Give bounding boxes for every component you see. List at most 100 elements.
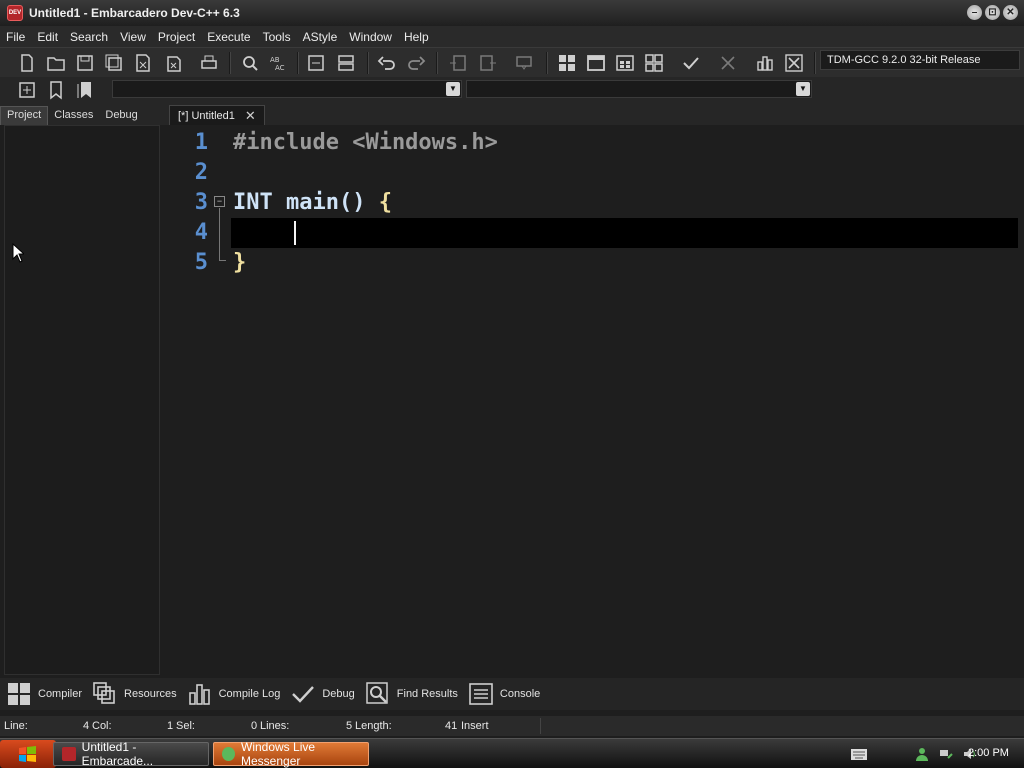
console-icon [469, 683, 493, 705]
profile-icon[interactable] [753, 52, 777, 74]
close-brace: } [233, 250, 247, 275]
status-insert-mode: Insert [461, 720, 489, 732]
status-lines-value: 5 [346, 720, 353, 732]
status-sel-label: Sel: [176, 720, 195, 732]
text-caret [294, 221, 296, 245]
insert-icon[interactable] [15, 79, 39, 101]
close-file-icon[interactable] [131, 52, 155, 74]
taskbar-clock[interactable]: 2:00 PM [968, 747, 1009, 759]
function-signature: main() [272, 190, 379, 215]
tab-classes[interactable]: Classes [48, 107, 99, 125]
menu-window[interactable]: Window [343, 30, 398, 44]
mouse-pointer-icon [12, 243, 24, 263]
tab-compile-log[interactable]: Compile Log [187, 681, 281, 707]
menu-view[interactable]: View [114, 30, 152, 44]
close-tab-icon[interactable]: ✕ [245, 109, 256, 122]
code-line-5: } [233, 250, 246, 275]
tab-debug[interactable]: Debug [99, 107, 143, 125]
windows-taskbar: Untitled1 - Embarcade... Windows Live Me… [0, 738, 1024, 768]
run-icon[interactable] [584, 52, 608, 74]
bottom-panel-tabs: Compiler Resources Compile Log Debug Fin… [0, 678, 1024, 710]
menu-search[interactable]: Search [64, 30, 114, 44]
status-line-value: 4 [83, 720, 90, 732]
compile-log-icon [188, 684, 210, 705]
svg-text:AC: AC [275, 64, 285, 72]
menu-astyle[interactable]: AStyle [297, 30, 344, 44]
windows-logo-icon [19, 746, 36, 762]
save-all-icon[interactable] [102, 52, 126, 74]
comment-icon[interactable] [512, 52, 536, 74]
devcpp-icon [62, 747, 76, 761]
menu-project[interactable]: Project [152, 30, 201, 44]
compiler-select[interactable]: TDM-GCC 9.2.0 32-bit Release [820, 50, 1020, 70]
tab-console[interactable]: Console [468, 681, 540, 707]
close-all-icon[interactable] [160, 52, 184, 74]
line-number: 5 [194, 250, 208, 275]
menu-help[interactable]: Help [398, 30, 435, 44]
tab-debug-label: Debug [322, 688, 355, 700]
tab-console-label: Console [499, 688, 541, 700]
save-icon[interactable] [73, 52, 97, 74]
fold-guide-end [219, 260, 226, 261]
delete-profile-icon[interactable] [782, 52, 806, 74]
fold-toggle-icon[interactable]: − [214, 196, 225, 207]
menu-edit[interactable]: Edit [31, 30, 64, 44]
restore-button[interactable]: ⊡ [985, 5, 1000, 20]
menu-file[interactable]: File [0, 30, 31, 44]
code-editor[interactable]: 1 2 3 4 5 − #include <Windows.h> INT mai… [166, 125, 1020, 675]
tab-compiler[interactable]: Compiler [6, 681, 82, 707]
tab-find-results[interactable]: Find Results [365, 681, 458, 707]
system-tray [850, 739, 978, 768]
taskbar-item-label: Untitled1 - Embarcade... [81, 740, 154, 768]
indent-icon[interactable] [446, 52, 470, 74]
rebuild-all-icon[interactable] [642, 52, 666, 74]
messenger-status-icon[interactable] [914, 746, 930, 762]
toggle-split-icon[interactable] [334, 52, 358, 74]
status-bar: Line: 4 Col: 1 Sel: 0 Lines: 5 Length: 4… [0, 716, 1024, 736]
status-length-label: Length: [355, 720, 392, 732]
new-file-icon[interactable] [15, 52, 39, 74]
clean-icon[interactable] [716, 52, 740, 74]
chevron-down-icon[interactable]: ▼ [796, 82, 810, 96]
menu-tools[interactable]: Tools [257, 30, 297, 44]
tab-resources[interactable]: Resources [92, 681, 177, 707]
project-browser[interactable] [4, 125, 160, 675]
unindent-icon[interactable] [476, 52, 500, 74]
network-icon[interactable] [938, 746, 954, 762]
taskbar-item-devcpp[interactable]: Untitled1 - Embarcade... [53, 740, 209, 768]
class-combo[interactable]: ▼ [112, 80, 462, 98]
status-length-value: 41 [445, 720, 458, 732]
open-brace: { [378, 190, 392, 215]
find-icon[interactable] [238, 52, 262, 74]
tab-debug-output[interactable]: Debug [290, 681, 355, 707]
window-title: Untitled1 - Embarcadero Dev-C++ 6.3 [29, 6, 240, 20]
compile-icon[interactable] [555, 52, 579, 74]
tab-compile-log-label: Compile Log [218, 688, 281, 700]
minimize-button[interactable]: – [967, 5, 982, 20]
toggle-bookmark-icon[interactable] [44, 79, 68, 101]
keyboard-icon[interactable] [850, 746, 868, 762]
print-icon[interactable] [197, 52, 221, 74]
goto-line-icon[interactable] [304, 52, 328, 74]
compile-run-icon[interactable] [613, 52, 637, 74]
menu-execute[interactable]: Execute [201, 30, 256, 44]
chevron-down-icon[interactable]: ▼ [446, 82, 460, 96]
redo-icon[interactable] [404, 52, 428, 74]
menu-bar: File Edit Search View Project Execute To… [0, 26, 1024, 47]
goto-bookmark-icon[interactable] [73, 79, 97, 101]
close-window-button[interactable]: ✕ [1003, 5, 1018, 20]
status-sel-value: 0 [251, 720, 258, 732]
line-number: 2 [194, 160, 208, 185]
status-col-value: 1 [167, 720, 174, 732]
member-combo[interactable]: ▼ [466, 80, 812, 98]
svg-text:AB: AB [270, 56, 280, 64]
open-folder-icon[interactable] [44, 52, 68, 74]
replace-icon[interactable]: AB AC [267, 52, 291, 74]
tab-project[interactable]: Project [0, 106, 49, 125]
undo-icon[interactable] [375, 52, 399, 74]
taskbar-item-messenger[interactable]: Windows Live Messenger [213, 740, 369, 768]
tab-resources-label: Resources [124, 688, 177, 700]
tab-untitled1[interactable]: [*] Untitled1 ✕ [169, 105, 265, 125]
syntax-check-icon[interactable] [679, 52, 703, 74]
start-button[interactable] [0, 740, 56, 768]
